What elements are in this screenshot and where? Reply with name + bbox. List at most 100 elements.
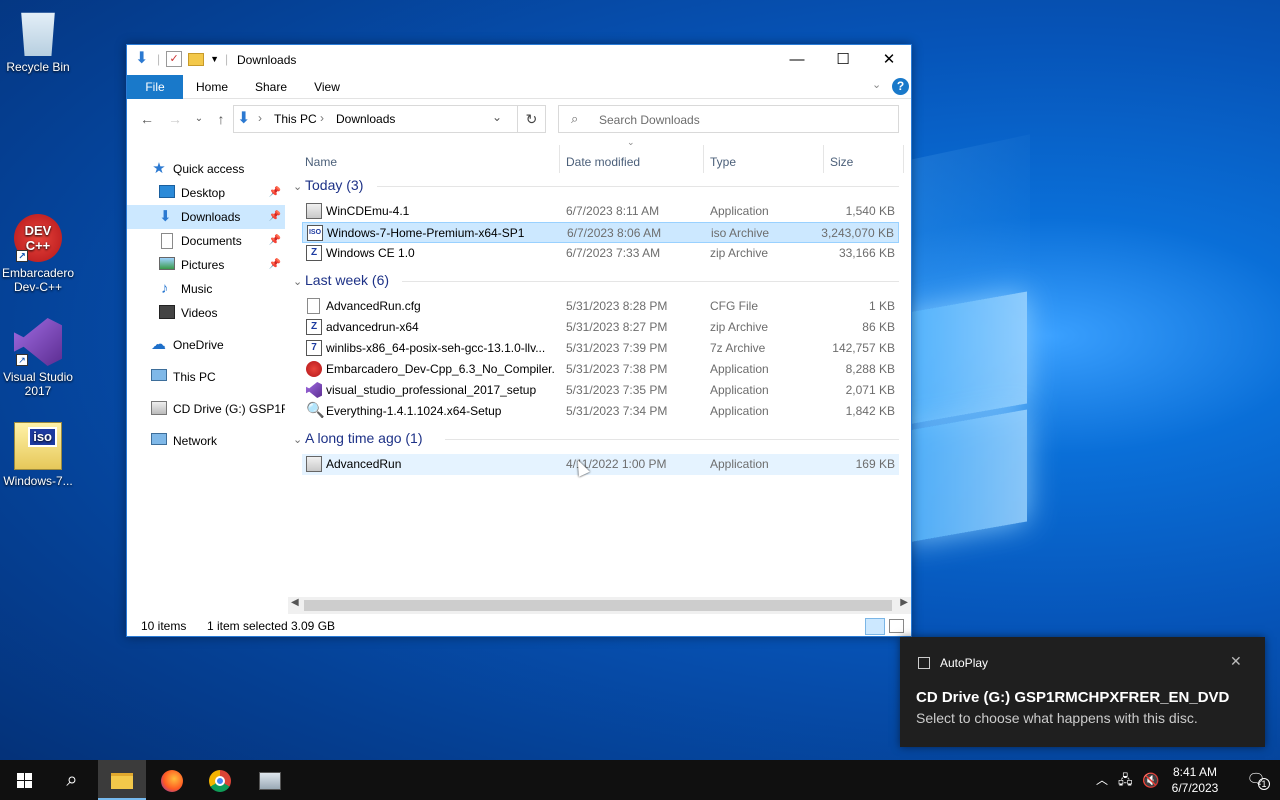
show-hidden-icons-chevron-icon[interactable]: ︿ — [1096, 760, 1108, 800]
clock-time: 8:41 AM — [1172, 765, 1218, 779]
back-button[interactable]: ← — [137, 109, 157, 129]
file-row[interactable]: visual_studio_professional_2017_setup 5/… — [302, 380, 899, 401]
scroll-right-arrow-icon[interactable]: ▶ — [900, 597, 908, 608]
maximize-button[interactable]: ☐ — [820, 45, 866, 75]
file-row[interactable]: AdvancedRun.cfg 5/31/2023 8:28 PM CFG Fi… — [302, 296, 899, 317]
file-type: Application — [710, 383, 769, 397]
volume-muted-icon[interactable]: 🔇 — [1142, 760, 1159, 800]
file-size: 86 KB — [862, 320, 895, 334]
forward-button[interactable]: → — [165, 109, 185, 129]
close-button[interactable]: ✕ — [866, 45, 912, 75]
address-bar[interactable]: ⬇ › This PC › Downloads ⌄ — [233, 105, 546, 133]
file-row[interactable]: 7 winlibs-x86_64-posix-seh-gcc-13.1.0-ll… — [302, 338, 899, 359]
notification-close-icon[interactable]: ✕ — [1230, 653, 1242, 670]
refresh-button[interactable]: ↻ — [517, 105, 546, 133]
details-view-button[interactable] — [865, 618, 885, 635]
clock[interactable]: 8:41 AM 6/7/2023 — [1166, 760, 1224, 800]
nav-quick-access[interactable]: ★ Quick access — [127, 157, 285, 181]
file-row[interactable]: WinCDEmu-4.1 6/7/2023 8:11 AM Applicatio… — [302, 201, 899, 222]
file-row-hovered[interactable]: AdvancedRun 4/11/2022 1:00 PM Applicatio… — [302, 454, 899, 475]
pin-icon: 📌 — [268, 259, 281, 270]
new-folder-icon[interactable] — [188, 52, 205, 66]
nav-label: OneDrive — [173, 338, 224, 352]
tab-share[interactable]: Share — [247, 75, 295, 99]
tab-view[interactable]: View — [305, 75, 349, 99]
group-header-today[interactable]: ⌄ Today (3) — [293, 175, 363, 195]
nav-cd-drive[interactable]: CD Drive (G:) GSP1RMCHPXFRER_EN_DVD — [127, 397, 285, 421]
group-divider — [377, 186, 899, 187]
nav-onedrive[interactable]: ☁ OneDrive — [127, 333, 285, 357]
window-title: Downloads — [237, 53, 297, 67]
scrollbar-thumb[interactable] — [304, 600, 892, 611]
title-bar[interactable]: ⬇ | ✓ ▼ | Downloads — ☐ ✕ — [127, 45, 911, 75]
file-row[interactable]: 🔍 Everything-1.4.1.1024.x64-Setup 5/31/2… — [302, 401, 899, 422]
file-name: advancedrun-x64 — [326, 320, 419, 334]
column-header-name[interactable]: Name — [305, 149, 337, 175]
desktop-icon-visual-studio[interactable]: ↗ Visual Studio 2017 — [0, 318, 76, 398]
minimize-button[interactable]: — — [774, 45, 820, 75]
file-size: 33,166 KB — [838, 246, 895, 260]
file-icon — [307, 298, 320, 314]
up-button[interactable]: ↑ — [211, 109, 231, 129]
download-arrow-icon: ⬇ — [135, 50, 149, 67]
file-row-selected[interactable]: ISO Windows-7-Home-Premium-x64-SP1 6/7/2… — [302, 222, 899, 243]
file-row[interactable]: Z Windows CE 1.0 6/7/2023 7:33 AM zip Ar… — [302, 243, 899, 264]
download-icon: ⬇ — [159, 208, 172, 225]
column-header-size[interactable]: Size — [830, 149, 853, 175]
network-icon — [151, 433, 167, 445]
nav-pictures[interactable]: Pictures 📌 — [127, 253, 285, 277]
search-box[interactable]: ⌕ Search Downloads — [558, 105, 899, 133]
taskbar-chrome[interactable] — [196, 760, 244, 800]
shortcut-arrow-icon: ↗ — [16, 250, 28, 262]
column-divider[interactable] — [903, 145, 904, 173]
nav-desktop[interactable]: Desktop 📌 — [127, 181, 285, 205]
taskbar-file-explorer[interactable] — [98, 760, 146, 800]
address-dropdown-chevron-icon[interactable]: ⌄ — [492, 110, 502, 124]
breadcrumb-this-pc[interactable]: This PC — [274, 112, 317, 126]
large-icons-view-button[interactable] — [889, 619, 904, 633]
desktop-icon-windows-iso[interactable]: iso Windows-7... — [0, 422, 76, 488]
help-button[interactable]: ? — [892, 78, 909, 95]
column-divider[interactable] — [703, 145, 704, 173]
breadcrumb-downloads[interactable]: Downloads — [336, 112, 395, 126]
nav-videos[interactable]: Videos — [127, 301, 285, 325]
autoplay-notification[interactable]: AutoPlay ✕ CD Drive (G:) GSP1RMCHPXFRER_… — [900, 637, 1265, 747]
file-row[interactable]: Embarcadero_Dev-Cpp_6.3_No_Compiler... 5… — [302, 359, 899, 380]
customize-toolbar-chevron-icon[interactable]: ▼ — [210, 54, 219, 64]
desktop-icon-recycle-bin[interactable]: Recycle Bin — [0, 8, 76, 74]
desktop-icon-dev-cpp[interactable]: DEV C++ ↗ Embarcadero Dev-C++ — [0, 214, 76, 294]
start-button[interactable] — [0, 760, 48, 800]
file-name: AdvancedRun.cfg — [326, 299, 421, 313]
group-header-long-time-ago[interactable]: ⌄ A long time ago (1) — [293, 428, 423, 448]
nav-music[interactable]: ♪ Music — [127, 277, 285, 301]
search-button[interactable]: ⌕ — [48, 760, 96, 800]
tab-file[interactable]: File — [127, 75, 183, 99]
recent-locations-chevron-icon[interactable]: ⌄ — [189, 109, 209, 129]
file-size: 1,540 KB — [845, 204, 895, 218]
column-divider[interactable] — [559, 145, 560, 173]
nav-documents[interactable]: Documents 📌 — [127, 229, 285, 253]
nav-this-pc[interactable]: This PC — [127, 365, 285, 389]
column-divider[interactable] — [823, 145, 824, 173]
file-date: 5/31/2023 7:35 PM — [566, 383, 668, 397]
iso-archive-icon: ISO — [307, 225, 323, 241]
action-center-button[interactable]: 🗨 1 — [1236, 760, 1276, 800]
horizontal-scrollbar[interactable]: ◀ ▶ — [288, 597, 911, 614]
file-row[interactable]: Z advancedrun-x64 5/31/2023 8:27 PM zip … — [302, 317, 899, 338]
scroll-left-arrow-icon[interactable]: ◀ — [291, 597, 299, 608]
nav-label: Network — [173, 434, 218, 448]
nav-network[interactable]: Network — [127, 429, 285, 453]
network-tray-icon[interactable]: 🖧 — [1118, 760, 1133, 800]
column-header-date[interactable]: Date modified — [566, 149, 640, 175]
visual-studio-setup-icon — [306, 382, 322, 398]
properties-icon[interactable]: ✓ — [166, 51, 183, 67]
tab-home[interactable]: Home — [187, 75, 237, 99]
search-input[interactable]: Search Downloads — [599, 113, 700, 127]
file-date: 6/7/2023 8:06 AM — [567, 226, 662, 240]
group-header-last-week[interactable]: ⌄ Last week (6) — [293, 270, 389, 290]
expand-ribbon-chevron-icon[interactable]: ⌄ — [872, 78, 881, 91]
nav-downloads[interactable]: ⬇ Downloads 📌 — [127, 205, 285, 229]
taskbar-app[interactable] — [246, 760, 294, 800]
taskbar-firefox[interactable] — [148, 760, 196, 800]
column-header-type[interactable]: Type — [710, 149, 736, 175]
